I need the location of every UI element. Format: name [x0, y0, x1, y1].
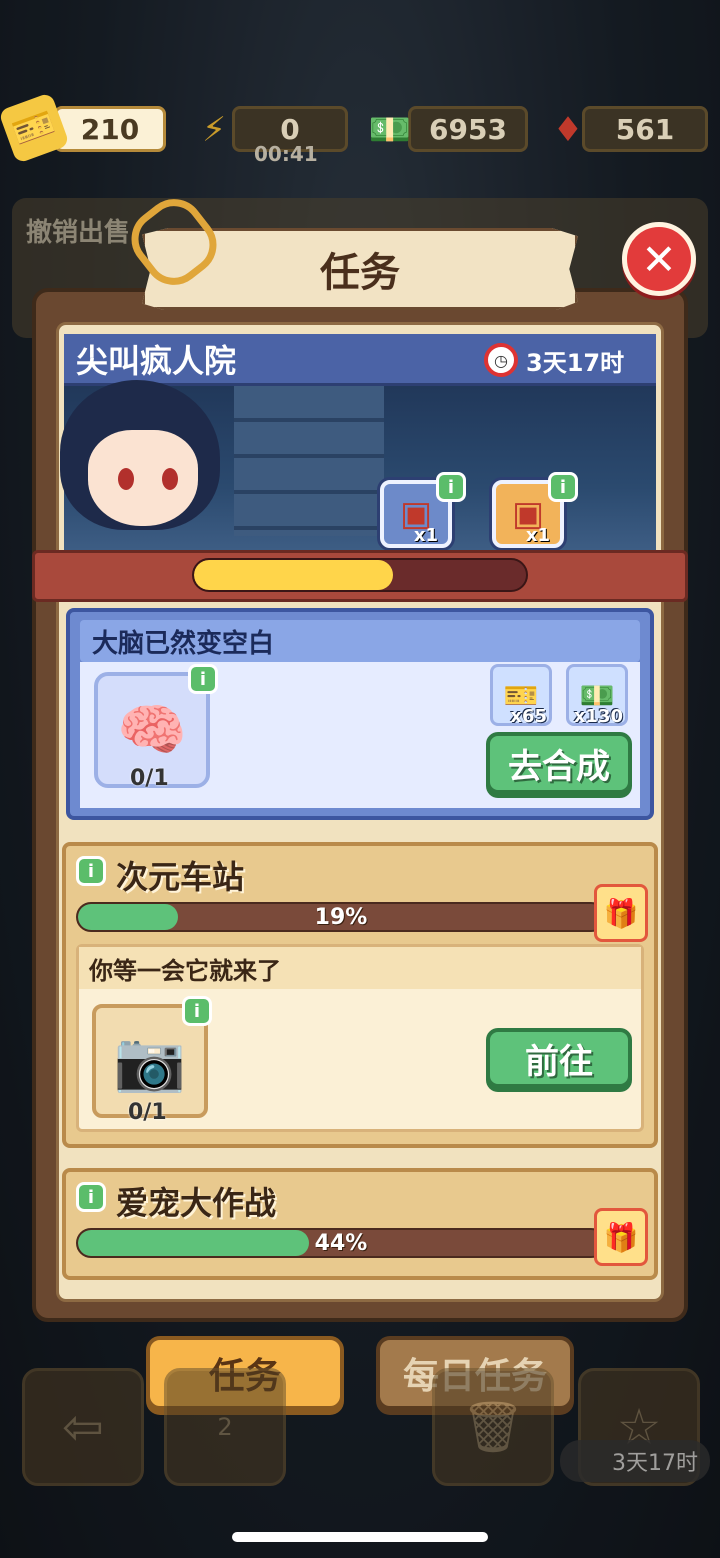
character-eye-left — [118, 468, 134, 490]
info-icon[interactable]: i — [548, 472, 578, 502]
home-indicator[interactable] — [232, 1532, 488, 1542]
cabinet-illustration — [234, 386, 384, 536]
reward-ticket[interactable]: 🎫 x65 — [490, 664, 552, 727]
close-button[interactable]: ✕ — [622, 222, 696, 296]
active-task-title: 大脑已然变空白 — [80, 620, 640, 662]
info-icon[interactable]: i — [436, 472, 466, 502]
chapter-title: 爱宠大作战 — [116, 1184, 277, 1222]
trash-icon[interactable]: 🗑 — [432, 1368, 554, 1486]
go-button[interactable]: 前往 — [486, 1028, 632, 1088]
subtask-title: 你等一会它就来了 — [79, 947, 641, 989]
event-progress-bar — [192, 558, 528, 592]
chapter-progress-label: 19% — [314, 904, 368, 930]
gem-counter[interactable]: 561 — [582, 106, 708, 152]
event-time-left: 3天17时 — [526, 348, 625, 377]
ticket-counter[interactable]: 210 — [54, 106, 166, 152]
background-panel-label: 撤销出售 — [26, 218, 131, 248]
cash-icon: 💵 — [368, 110, 412, 150]
synthesize-button[interactable]: 去合成 — [486, 732, 632, 794]
chapter-progress-label: 44% — [314, 1230, 368, 1256]
info-icon[interactable]: i — [182, 996, 212, 1026]
cash-count: 6953 — [429, 112, 507, 146]
info-icon[interactable]: i — [188, 664, 218, 694]
energy-count: 0 — [280, 112, 300, 146]
cash-counter[interactable]: 6953 — [408, 106, 528, 152]
event-progress-fill — [194, 560, 394, 590]
back-arrow-icon[interactable]: ⇦ — [22, 1368, 144, 1486]
dock-timer: 3天17时 — [560, 1440, 710, 1482]
trophy-level: 2 — [217, 1413, 233, 1441]
brain-jar-icon: 🧠 — [117, 698, 187, 763]
trophy-button[interactable]: 2 — [164, 1368, 286, 1486]
camera-icon: 📷 — [113, 1026, 187, 1095]
gem-icon: ♦ — [552, 110, 584, 150]
energy-timer: 00:41 — [254, 142, 318, 166]
chapter-title: 次元车站 — [116, 858, 245, 896]
gift-box-icon[interactable]: 🎁 — [594, 884, 648, 942]
event-name: 尖叫疯人院 — [76, 341, 237, 380]
event-reward-count: x1 — [525, 525, 550, 546]
info-icon[interactable]: i — [76, 856, 106, 886]
reward-cash[interactable]: 💵 x130 — [566, 664, 628, 727]
gem-count: 561 — [615, 112, 675, 146]
character-portrait — [88, 430, 198, 526]
event-reward-count: x1 — [413, 525, 438, 546]
ticket-count: 210 — [80, 112, 140, 146]
gift-box-icon[interactable]: 🎁 — [594, 1208, 648, 1266]
event-timer: ◷ 3天17时 — [484, 342, 624, 378]
close-icon: ✕ — [641, 234, 677, 284]
camera-progress: 0/1 — [128, 1100, 167, 1125]
clock-icon: ◷ — [484, 343, 518, 377]
brain-jar-progress: 0/1 — [130, 766, 169, 791]
reward-ticket-count: x65 — [510, 706, 547, 727]
info-icon[interactable]: i — [76, 1182, 106, 1212]
character-eye-right — [162, 468, 178, 490]
energy-icon: ⚡ — [202, 110, 226, 150]
reward-cash-count: x130 — [573, 706, 623, 727]
